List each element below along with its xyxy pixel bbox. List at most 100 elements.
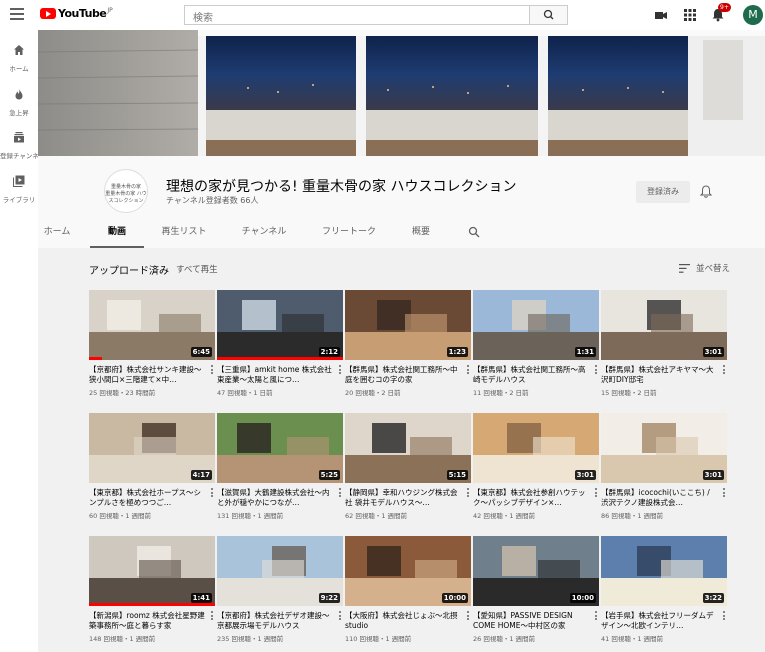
video-card[interactable]: 3:01 【群馬県】icocochi(いここち) / 渋沢テクノ建設株式会… 86 … bbox=[601, 413, 727, 520]
video-thumbnail[interactable]: 3:01 bbox=[601, 413, 727, 483]
video-title[interactable]: 【京都府】株式会社サンキ建設～狭小間口×三階建て×中… bbox=[89, 365, 215, 384]
video-card[interactable]: 9:22 【京都府】株式会社デザオ建設～京都展示場モデルハウス 235 回視聴・1 … bbox=[217, 536, 343, 643]
video-thumbnail[interactable]: 1:41 bbox=[89, 536, 215, 606]
apps-icon[interactable] bbox=[683, 8, 697, 22]
video-thumbnail[interactable]: 1:23 bbox=[345, 290, 471, 360]
video-title[interactable]: 【東京都】株式会社参創ハウテック～パッシブデザイン×… bbox=[473, 488, 599, 507]
sidebar-item-subscriptions[interactable]: 登録チャンネル bbox=[0, 131, 45, 160]
video-thumbnail[interactable]: 5:25 bbox=[217, 413, 343, 483]
video-title[interactable]: 【静岡県】幸和ハウジング株式会社 袋井モデルハウス～… bbox=[345, 488, 471, 507]
video-duration: 3:01 bbox=[702, 470, 724, 480]
video-card[interactable]: 3:01 【東京都】株式会社参創ハウテック～パッシブデザイン×… 42 回視聴・1 … bbox=[473, 413, 599, 520]
video-thumbnail[interactable]: 1:31 bbox=[473, 290, 599, 360]
video-card[interactable]: 3:22 【岩手県】株式会社フリーダムデザイン～北欧インテリ… 41 回視聴・1 週… bbox=[601, 536, 727, 643]
search-input[interactable]: 検索 bbox=[184, 5, 530, 25]
video-card[interactable]: 10:00 【大阪府】株式会社じょぶ～北摂studio 110 回視聴・1 週間前 bbox=[345, 536, 471, 643]
videos-section: アップロード済み すべて再生 並べ替え 6:45 【京都府】株式会社サンキ建設～狭… bbox=[38, 248, 765, 652]
menu-icon[interactable] bbox=[10, 8, 24, 20]
bell-icon[interactable] bbox=[700, 185, 712, 198]
video-title[interactable]: 【京都府】株式会社デザオ建設～京都展示場モデルハウス bbox=[217, 611, 343, 630]
more-options-icon[interactable] bbox=[595, 365, 598, 376]
sidebar-item-home[interactable]: ホーム bbox=[0, 44, 38, 73]
sort-button[interactable]: 並べ替え bbox=[696, 262, 730, 274]
video-thumbnail[interactable]: 3:01 bbox=[601, 290, 727, 360]
video-title[interactable]: 【三重県】amkit home 株式会社東産業～太陽と風につ… bbox=[217, 365, 343, 384]
account-avatar[interactable]: M bbox=[743, 5, 763, 25]
more-options-icon[interactable] bbox=[723, 365, 726, 376]
video-title[interactable]: 【滋賀県】大鶴建設株式会社～内と外が穏やかにつなが… bbox=[217, 488, 343, 507]
tab-home[interactable]: ホーム bbox=[38, 216, 76, 248]
video-meta: 131 回視聴・1 週間前 bbox=[217, 512, 284, 520]
channel-avatar[interactable]: 重量木骨の家 重量木骨の家 ハウスコレクション bbox=[104, 169, 148, 213]
sort-icon[interactable] bbox=[679, 264, 690, 273]
video-duration: 10:00 bbox=[441, 593, 468, 603]
video-duration: 3:01 bbox=[702, 347, 724, 357]
video-card[interactable]: 10:00 【愛知県】PASSIVE DESIGN COME HOME～中村区の家… bbox=[473, 536, 599, 643]
more-options-icon[interactable] bbox=[595, 611, 598, 622]
video-meta: 26 回視聴・1 週間前 bbox=[473, 635, 536, 643]
video-meta: 62 回視聴・1 週間前 bbox=[345, 512, 408, 520]
more-options-icon[interactable] bbox=[467, 611, 470, 622]
more-options-icon[interactable] bbox=[723, 611, 726, 622]
video-card[interactable]: 6:45 【京都府】株式会社サンキ建設～狭小間口×三階建て×中… 25 回視聴・23… bbox=[89, 290, 215, 397]
video-title[interactable]: 【岩手県】株式会社フリーダムデザイン～北欧インテリ… bbox=[601, 611, 727, 630]
tab-playlists[interactable]: 再生リスト bbox=[158, 216, 210, 248]
video-title[interactable]: 【群馬県】icocochi(いここち) / 渋沢テクノ建設株式会… bbox=[601, 488, 727, 507]
tab-channels[interactable]: チャンネル bbox=[236, 216, 292, 248]
more-options-icon[interactable] bbox=[467, 365, 470, 376]
logo-region: JP bbox=[107, 7, 113, 14]
video-card[interactable]: 3:01 【群馬県】株式会社アキヤマ～大沢町DIY邸宅 15 回視聴・2 日前 bbox=[601, 290, 727, 397]
sidebar-item-label: ホーム bbox=[9, 65, 29, 73]
youtube-logo[interactable]: YouTube JP bbox=[40, 7, 113, 20]
tab-about[interactable]: 概要 bbox=[404, 216, 438, 248]
video-thumbnail[interactable]: 5:15 bbox=[345, 413, 471, 483]
video-duration: 3:22 bbox=[702, 593, 724, 603]
search-icon[interactable] bbox=[468, 226, 480, 238]
video-meta: 60 回視聴・1 週間前 bbox=[89, 512, 152, 520]
video-card[interactable]: 2:12 【三重県】amkit home 株式会社東産業～太陽と風につ… 47 回視… bbox=[217, 290, 343, 397]
video-title[interactable]: 【群馬県】株式会社アキヤマ～大沢町DIY邸宅 bbox=[601, 365, 727, 384]
more-options-icon[interactable] bbox=[595, 488, 598, 499]
more-options-icon[interactable] bbox=[723, 488, 726, 499]
video-card[interactable]: 4:17 【東京都】株式会社ホープス～シンプルさを極めつつご… 60 回視聴・1 週… bbox=[89, 413, 215, 520]
video-thumbnail[interactable]: 10:00 bbox=[345, 536, 471, 606]
video-title[interactable]: 【群馬県】株式会社関工務所～高崎モデルハウス bbox=[473, 365, 599, 384]
video-duration: 5:25 bbox=[318, 470, 340, 480]
tab-videos[interactable]: 動画 bbox=[90, 216, 144, 248]
more-options-icon[interactable] bbox=[339, 365, 342, 376]
video-title[interactable]: 【新潟県】roomz 株式会社星野建築事務所～庭と暮らす家 bbox=[89, 611, 215, 630]
create-video-icon[interactable] bbox=[654, 8, 668, 22]
sidebar-item-label: 急上昇 bbox=[9, 109, 29, 117]
subscribe-button[interactable]: 登録済み bbox=[636, 181, 690, 203]
search-button[interactable] bbox=[530, 5, 568, 25]
video-card[interactable]: 1:23 【群馬県】株式会社関工務所～中庭を囲むコの字の家 20 回視聴・2 日前 bbox=[345, 290, 471, 397]
video-card[interactable]: 5:25 【滋賀県】大鶴建設株式会社～内と外が穏やかにつなが… 131 回視聴・1 … bbox=[217, 413, 343, 520]
video-card[interactable]: 1:31 【群馬県】株式会社関工務所～高崎モデルハウス 11 回視聴・2 日前 bbox=[473, 290, 599, 397]
video-title[interactable]: 【東京都】株式会社ホープス～シンプルさを極めつつご… bbox=[89, 488, 215, 507]
video-thumbnail[interactable]: 2:12 bbox=[217, 290, 343, 360]
video-card[interactable]: 1:41 【新潟県】roomz 株式会社星野建築事務所～庭と暮らす家 148 回視聴… bbox=[89, 536, 215, 643]
video-thumbnail[interactable]: 4:17 bbox=[89, 413, 215, 483]
video-title[interactable]: 【愛知県】PASSIVE DESIGN COME HOME～中村区の家 bbox=[473, 611, 599, 630]
video-thumbnail[interactable]: 10:00 bbox=[473, 536, 599, 606]
video-thumbnail[interactable]: 6:45 bbox=[89, 290, 215, 360]
video-card[interactable]: 5:15 【静岡県】幸和ハウジング株式会社 袋井モデルハウス～… 62 回視聴・1 … bbox=[345, 413, 471, 520]
play-all-link[interactable]: すべて再生 bbox=[176, 263, 218, 275]
sidebar-item-trending[interactable]: 急上昇 bbox=[0, 88, 38, 117]
video-duration: 2:12 bbox=[318, 347, 340, 357]
more-options-icon[interactable] bbox=[211, 488, 214, 499]
more-options-icon[interactable] bbox=[467, 488, 470, 499]
video-duration: 6:45 bbox=[190, 347, 212, 357]
more-options-icon[interactable] bbox=[211, 611, 214, 622]
more-options-icon[interactable] bbox=[339, 611, 342, 622]
top-bar: YouTube JP 検索 9+ M bbox=[0, 0, 765, 30]
video-thumbnail[interactable]: 9:22 bbox=[217, 536, 343, 606]
video-title[interactable]: 【群馬県】株式会社関工務所～中庭を囲むコの字の家 bbox=[345, 365, 471, 384]
more-options-icon[interactable] bbox=[211, 365, 214, 376]
video-thumbnail[interactable]: 3:01 bbox=[473, 413, 599, 483]
more-options-icon[interactable] bbox=[339, 488, 342, 499]
sidebar-item-library[interactable]: ライブラリ bbox=[0, 175, 38, 204]
video-thumbnail[interactable]: 3:22 bbox=[601, 536, 727, 606]
tab-free-talk[interactable]: フリートーク bbox=[316, 216, 382, 248]
video-title[interactable]: 【大阪府】株式会社じょぶ～北摂studio bbox=[345, 611, 471, 630]
